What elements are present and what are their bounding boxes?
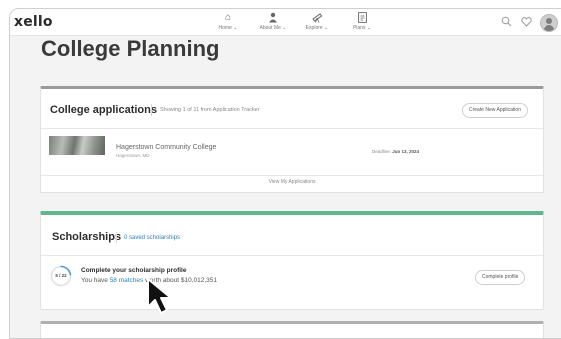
divider <box>41 175 543 176</box>
applications-subtitle: Showing 1 of 11 from Application Tracker <box>160 107 260 113</box>
heart-icon[interactable] <box>518 13 534 31</box>
view-my-applications-link[interactable]: View My Applications <box>41 179 543 185</box>
search-icon[interactable] <box>498 13 514 31</box>
college-name[interactable]: Hagerstown Community College <box>116 144 216 151</box>
header-actions <box>498 13 558 32</box>
profile-heading: Complete your scholarship profile <box>81 267 187 274</box>
next-section-card <box>40 321 544 338</box>
complete-profile-button[interactable]: Complete profile <box>475 270 526 285</box>
scholarships-card: Scholarships 0 saved scholarships 5 / 22… <box>40 211 544 310</box>
divider <box>41 255 543 256</box>
scholarships-title: Scholarships <box>52 231 122 243</box>
divider <box>41 128 543 129</box>
nav-plans[interactable]: Plans ⌄ <box>342 12 382 31</box>
matches-prefix: You have <box>81 277 108 284</box>
college-thumbnail <box>49 136 105 155</box>
deadline: Deadline: Jun 13, 2024 <box>372 149 419 154</box>
mouse-pointer-icon <box>147 278 172 314</box>
create-new-application-button[interactable]: Create New Application <box>462 103 528 118</box>
nav-home[interactable]: ⌂ Home ⌄ <box>208 12 248 31</box>
divider <box>116 232 117 243</box>
nav-about-me-label: About Me ⌄ <box>259 25 287 31</box>
telescope-icon <box>297 12 337 24</box>
page-title: College Planning <box>41 36 220 61</box>
app-window: xello ⌂ Home ⌄ About Me ⌄ Explore ⌄ Plan… <box>9 8 561 339</box>
deadline-label: Deadline: <box>372 149 392 154</box>
profile-progress-text: 5 / 22 <box>55 273 67 278</box>
deadline-date: Jun 13, 2024 <box>392 149 420 154</box>
nav-explore-label: Explore ⌄ <box>305 25 329 31</box>
divider <box>151 104 152 116</box>
document-icon <box>342 12 382 24</box>
avatar[interactable] <box>540 14 558 32</box>
applications-title: College applications <box>50 104 157 116</box>
nav-explore[interactable]: Explore ⌄ <box>297 12 337 31</box>
home-icon: ⌂ <box>224 12 232 23</box>
matches-link[interactable]: 58 matches <box>110 277 144 284</box>
person-icon <box>253 12 293 24</box>
top-nav-bar: xello ⌂ Home ⌄ About Me ⌄ Explore ⌄ Plan… <box>10 9 561 36</box>
xello-logo[interactable]: xello <box>14 14 53 30</box>
nav-home-label: Home ⌄ <box>218 25 238 31</box>
nav-about-me[interactable]: About Me ⌄ <box>253 12 293 31</box>
college-location: Hagerstown, MD <box>116 153 150 158</box>
saved-scholarships-link[interactable]: 0 saved scholarships <box>124 235 180 241</box>
college-applications-card: College applications Showing 1 of 11 fro… <box>40 86 544 193</box>
nav-plans-label: Plans ⌄ <box>352 25 372 31</box>
